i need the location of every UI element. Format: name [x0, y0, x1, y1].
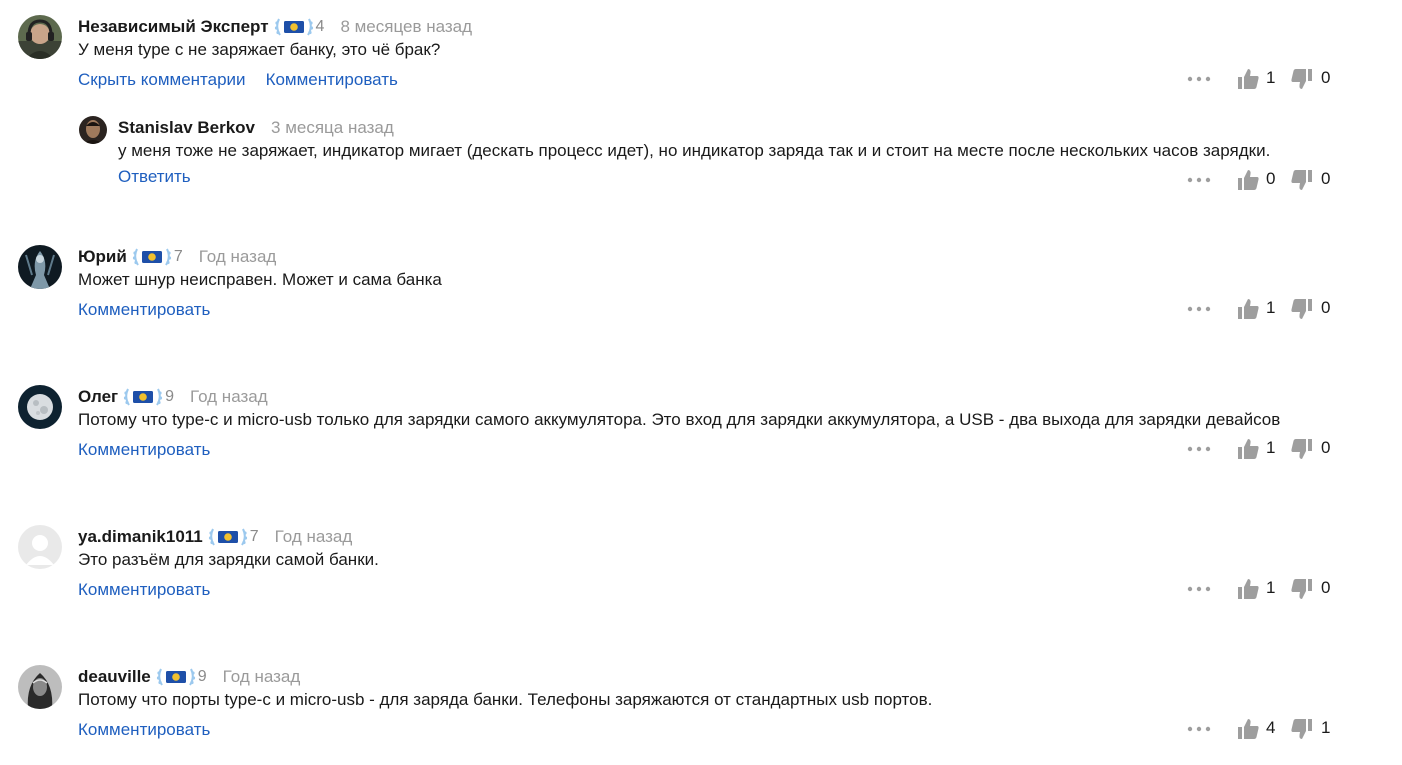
- comment-text: Потому что type-c и micro-usb только для…: [78, 410, 1281, 429]
- like-count: 1: [1266, 68, 1276, 87]
- comment-text: Потому что порты type-c и micro-usb - дл…: [78, 690, 933, 709]
- author-name[interactable]: ya.dimanik1011: [78, 527, 203, 547]
- more-icon[interactable]: [1186, 581, 1212, 597]
- mono-portrait-avatar-icon: [18, 665, 62, 709]
- thumbs-down-icon[interactable]: [1290, 717, 1314, 741]
- vote-panel: 1 0: [1166, 67, 1366, 91]
- more-icon[interactable]: [1186, 71, 1212, 87]
- author-name[interactable]: Олег: [78, 387, 118, 407]
- avatar[interactable]: [79, 116, 107, 144]
- comment-time[interactable]: Год назад: [199, 247, 277, 267]
- default-user-avatar-icon: [18, 525, 62, 569]
- comment-text: У меня type c не заряжает банку, это чё …: [78, 40, 441, 59]
- vote-panel: 1 0: [1166, 437, 1366, 461]
- comment-item: deauville 9 Год назад Потому что порты t…: [0, 665, 1402, 765]
- more-icon[interactable]: [1186, 172, 1212, 188]
- like-count: 0: [1266, 169, 1276, 188]
- comment-link[interactable]: Комментировать: [78, 720, 210, 740]
- reply-item: Stanislav Berkov 3 месяца назад у меня т…: [0, 116, 1402, 216]
- thumbs-up-icon[interactable]: [1236, 717, 1260, 741]
- dark-figure-avatar-icon: [18, 245, 62, 289]
- more-icon[interactable]: [1186, 441, 1212, 457]
- thumbs-down-icon[interactable]: [1290, 297, 1314, 321]
- dislike-count: 1: [1321, 718, 1331, 737]
- more-icon[interactable]: [1186, 721, 1212, 737]
- author-name[interactable]: Юрий: [78, 247, 127, 267]
- reply-link[interactable]: Ответить: [118, 167, 191, 187]
- more-icon[interactable]: [1186, 301, 1212, 317]
- comment-link[interactable]: Комментировать: [78, 580, 210, 600]
- laurel-badge-icon: [132, 248, 171, 266]
- user-level: 7: [249, 528, 259, 545]
- avatar[interactable]: [18, 385, 62, 429]
- user-level-badge: 7: [208, 526, 259, 548]
- dislike-count: 0: [1321, 68, 1331, 87]
- person-headphones-avatar-icon: [18, 15, 62, 59]
- like-count: 1: [1266, 438, 1276, 457]
- vote-panel: 1 0: [1166, 577, 1366, 601]
- vote-panel: 1 0: [1166, 297, 1366, 321]
- thumbs-down-icon[interactable]: [1290, 168, 1314, 192]
- thumbs-down-icon[interactable]: [1290, 67, 1314, 91]
- laurel-badge-icon: [274, 18, 313, 36]
- avatar[interactable]: [18, 665, 62, 709]
- comment-item: Юрий 7 Год назад Может шнур неисправен. …: [0, 245, 1402, 345]
- comment-text: Это разъём для зарядки самой банки.: [78, 550, 379, 569]
- vote-panel: 0 0: [1166, 168, 1366, 192]
- user-level-badge: 9: [123, 386, 174, 408]
- user-level-badge: 4: [274, 16, 325, 38]
- user-level: 9: [197, 668, 207, 685]
- moon-avatar-icon: [18, 385, 62, 429]
- like-count: 4: [1266, 718, 1276, 737]
- avatar[interactable]: [18, 525, 62, 569]
- thumbs-down-icon[interactable]: [1290, 437, 1314, 461]
- comment-link[interactable]: Комментировать: [78, 440, 210, 460]
- thumbs-up-icon[interactable]: [1236, 297, 1260, 321]
- thumbs-down-icon[interactable]: [1290, 577, 1314, 601]
- thumbs-up-icon[interactable]: [1236, 437, 1260, 461]
- author-name[interactable]: deauville: [78, 667, 151, 687]
- dislike-count: 0: [1321, 169, 1331, 188]
- laurel-badge-icon: [156, 668, 195, 686]
- like-count: 1: [1266, 578, 1276, 597]
- person-face-avatar-icon: [79, 116, 107, 144]
- comment-item: ya.dimanik1011 7 Год назад Это разъём дл…: [0, 525, 1402, 625]
- vote-panel: 4 1: [1166, 717, 1366, 741]
- thumbs-up-icon[interactable]: [1236, 67, 1260, 91]
- avatar[interactable]: [18, 15, 62, 59]
- user-level: 7: [173, 248, 183, 265]
- comment-time[interactable]: 8 месяцев назад: [340, 17, 472, 37]
- hide-comments-link[interactable]: Скрыть комментарии: [78, 70, 246, 90]
- comment-item: Независимый Эксперт 4 8 месяцев назад У …: [0, 15, 1402, 115]
- laurel-badge-icon: [124, 388, 163, 406]
- thumbs-up-icon[interactable]: [1236, 577, 1260, 601]
- thumbs-up-icon[interactable]: [1236, 168, 1260, 192]
- comment-time[interactable]: Год назад: [275, 527, 353, 547]
- user-level-badge: 9: [156, 666, 207, 688]
- user-level-badge: 7: [132, 246, 183, 268]
- avatar[interactable]: [18, 245, 62, 289]
- comment-time[interactable]: Год назад: [190, 387, 268, 407]
- dislike-count: 0: [1321, 438, 1331, 457]
- comment-time[interactable]: 3 месяца назад: [271, 118, 394, 138]
- author-name[interactable]: Stanislav Berkov: [118, 118, 255, 138]
- comment-link[interactable]: Комментировать: [78, 300, 210, 320]
- comment-item: Олег 9 Год назад Потому что type-c и mic…: [0, 385, 1402, 485]
- comment-link[interactable]: Комментировать: [266, 70, 398, 90]
- user-level: 9: [165, 388, 175, 405]
- comment-text: Может шнур неисправен. Может и сама банк…: [78, 270, 442, 289]
- dislike-count: 0: [1321, 578, 1331, 597]
- author-name[interactable]: Независимый Эксперт: [78, 17, 269, 37]
- user-level: 4: [315, 18, 325, 35]
- dislike-count: 0: [1321, 298, 1331, 317]
- like-count: 1: [1266, 298, 1276, 317]
- comment-time[interactable]: Год назад: [223, 667, 301, 687]
- laurel-badge-icon: [208, 528, 247, 546]
- comment-text: у меня тоже не заряжает, индикатор мигае…: [118, 141, 1271, 160]
